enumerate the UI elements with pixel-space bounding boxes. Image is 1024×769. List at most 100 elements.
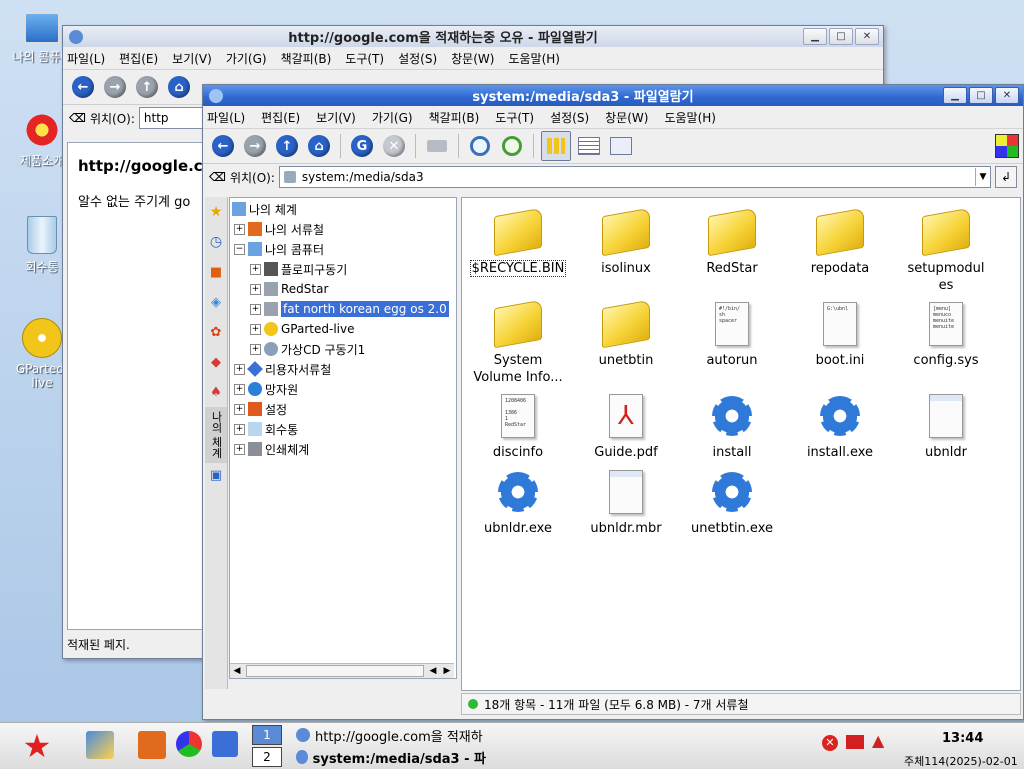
zoom-out-button[interactable]: [498, 132, 526, 160]
maximize-button[interactable]: □: [969, 87, 993, 104]
file-item[interactable]: [menu] menuco menuite menuite config.sys: [894, 300, 998, 369]
file-item[interactable]: ⅄ Guide.pdf: [574, 392, 678, 461]
file-item[interactable]: 1208406 1386 1 RedStar discinfo: [466, 392, 570, 461]
expand-toggle[interactable]: +: [234, 383, 245, 395]
tree-item-user-folders[interactable]: + 리용자서류철: [230, 359, 456, 379]
expand-toggle[interactable]: +: [234, 443, 245, 455]
scroll-right-icon[interactable]: ▶: [440, 666, 454, 676]
zoom-in-button[interactable]: [466, 132, 494, 160]
desktop-2-button[interactable]: 2: [252, 747, 282, 767]
home-folder-tab[interactable]: ■: [205, 257, 227, 287]
location-input[interactable]: http: [138, 107, 205, 129]
up-button[interactable]: ↑: [133, 73, 161, 101]
menu-help[interactable]: 도움말(H): [664, 109, 716, 126]
title-bar[interactable]: system:/media/sda3 - 파일열람기 ▁ □ ✕: [203, 85, 1023, 106]
tree-item-trash[interactable]: + 회수통: [230, 419, 456, 439]
root-tab[interactable]: ♠: [205, 377, 227, 407]
expand-toggle[interactable]: +: [250, 343, 261, 355]
menu-settings[interactable]: 설정(S): [398, 50, 437, 67]
menu-settings[interactable]: 설정(S): [550, 109, 589, 126]
scroll-thumb[interactable]: [246, 665, 424, 677]
file-item[interactable]: G:\ubnl boot.ini: [788, 300, 892, 369]
clear-location-icon[interactable]: ⌫: [69, 111, 86, 125]
tree-item-my-computer[interactable]: − 나의 콤퓨터: [230, 239, 456, 259]
maximize-button[interactable]: □: [829, 28, 853, 45]
file-item[interactable]: install: [680, 392, 784, 461]
tree-item-network[interactable]: + 망자원: [230, 379, 456, 399]
task-file-manager[interactable]: system:/media/sda3 - 파: [296, 747, 486, 767]
tray-star-icon[interactable]: ▲: [872, 731, 884, 750]
file-item[interactable]: isolinux: [574, 207, 678, 277]
tree-item-printing[interactable]: + 인쇄체계: [230, 439, 456, 459]
forward-button[interactable]: →: [241, 132, 269, 160]
expand-toggle[interactable]: +: [250, 323, 261, 335]
media-tab[interactable]: ◆: [205, 347, 227, 377]
file-item[interactable]: RedStar: [680, 207, 784, 277]
file-item[interactable]: setupmodules: [894, 207, 998, 294]
menu-view[interactable]: 보기(V): [172, 50, 212, 67]
expand-toggle[interactable]: +: [250, 263, 261, 275]
menu-edit[interactable]: 편집(E): [119, 50, 158, 67]
menu-file[interactable]: 파일(L): [67, 50, 105, 67]
task-browser[interactable]: http://google.com을 적재하: [296, 725, 486, 745]
go-button[interactable]: ↲: [995, 166, 1017, 188]
file-item[interactable]: unetbtin: [574, 299, 678, 369]
start-menu-button[interactable]: ★: [8, 729, 66, 763]
file-item[interactable]: ubnldr.mbr: [574, 468, 678, 537]
expand-toggle[interactable]: +: [234, 223, 245, 235]
tree-item-my-system[interactable]: 나의 체계: [230, 199, 456, 219]
home-button[interactable]: ⌂: [305, 132, 333, 160]
expand-toggle[interactable]: +: [234, 363, 245, 375]
tree-item-floppy[interactable]: + 플로피구동기: [230, 259, 456, 279]
preview-view-button[interactable]: [607, 132, 635, 160]
menu-file[interactable]: 파일(L): [207, 109, 245, 126]
tree-item-fat-volume[interactable]: + fat north korean egg os 2.0: [230, 299, 456, 319]
tree-item-my-documents[interactable]: + 나의 서류철: [230, 219, 456, 239]
scroll-left-icon[interactable]: ◀: [230, 666, 244, 676]
location-input[interactable]: system:/media/sda3 ▼: [278, 166, 991, 188]
menu-tools[interactable]: 도구(T): [495, 109, 534, 126]
tree-item-gparted[interactable]: + GParted-live: [230, 319, 456, 339]
bookmarks-tab[interactable]: ★: [205, 197, 227, 227]
launcher-files[interactable]: [138, 731, 166, 759]
file-item[interactable]: unetbtin.exe: [680, 468, 784, 537]
file-item[interactable]: install.exe: [788, 392, 892, 461]
clear-location-icon[interactable]: ⌫: [209, 170, 226, 184]
expand-toggle[interactable]: +: [250, 283, 261, 295]
history-tab[interactable]: ◷: [205, 227, 227, 257]
menu-bookmarks[interactable]: 책갈피(B): [429, 109, 480, 126]
launcher-office[interactable]: [86, 731, 114, 759]
location-dropdown-icon[interactable]: ▼: [975, 168, 990, 186]
reload-button[interactable]: G: [348, 132, 376, 160]
expand-toggle[interactable]: +: [250, 303, 261, 315]
file-item[interactable]: System Volume Info...: [466, 299, 570, 386]
up-button[interactable]: ↑: [273, 132, 301, 160]
forward-button[interactable]: →: [101, 73, 129, 101]
home-button[interactable]: ⌂: [165, 73, 193, 101]
close-button[interactable]: ✕: [855, 28, 879, 45]
back-button[interactable]: ←: [209, 132, 237, 160]
file-item[interactable]: #!/bin/sh spacer autorun: [680, 300, 784, 369]
title-bar[interactable]: http://google.com을 적재하는중 오유 - 파일열람기 ▁ □ …: [63, 26, 883, 47]
menu-window[interactable]: 창문(W): [451, 50, 494, 67]
file-item[interactable]: $RECYCLE.BIN: [466, 207, 570, 277]
launcher-browser[interactable]: [176, 731, 202, 757]
expand-toggle[interactable]: +: [234, 423, 245, 435]
scroll-left-icon[interactable]: ◀: [426, 666, 440, 676]
menu-go[interactable]: 가기(G): [372, 109, 413, 126]
tree-item-settings[interactable]: + 설정: [230, 399, 456, 419]
menu-help[interactable]: 도움말(H): [508, 50, 560, 67]
menu-edit[interactable]: 편집(E): [261, 109, 300, 126]
sidebar-config-tab[interactable]: ▣: [205, 463, 227, 487]
my-system-tab[interactable]: 나의 체계: [205, 407, 227, 463]
file-item[interactable]: ubnldr: [894, 392, 998, 461]
desktop-1-button[interactable]: 1: [252, 725, 282, 745]
file-item[interactable]: repodata: [788, 207, 892, 277]
menu-go[interactable]: 가기(G): [226, 50, 267, 67]
menu-tools[interactable]: 도구(T): [345, 50, 384, 67]
back-button[interactable]: ←: [69, 73, 97, 101]
collapse-toggle[interactable]: −: [234, 243, 245, 255]
menu-window[interactable]: 창문(W): [605, 109, 648, 126]
detail-view-button[interactable]: [575, 132, 603, 160]
services-tab[interactable]: ✿: [205, 317, 227, 347]
